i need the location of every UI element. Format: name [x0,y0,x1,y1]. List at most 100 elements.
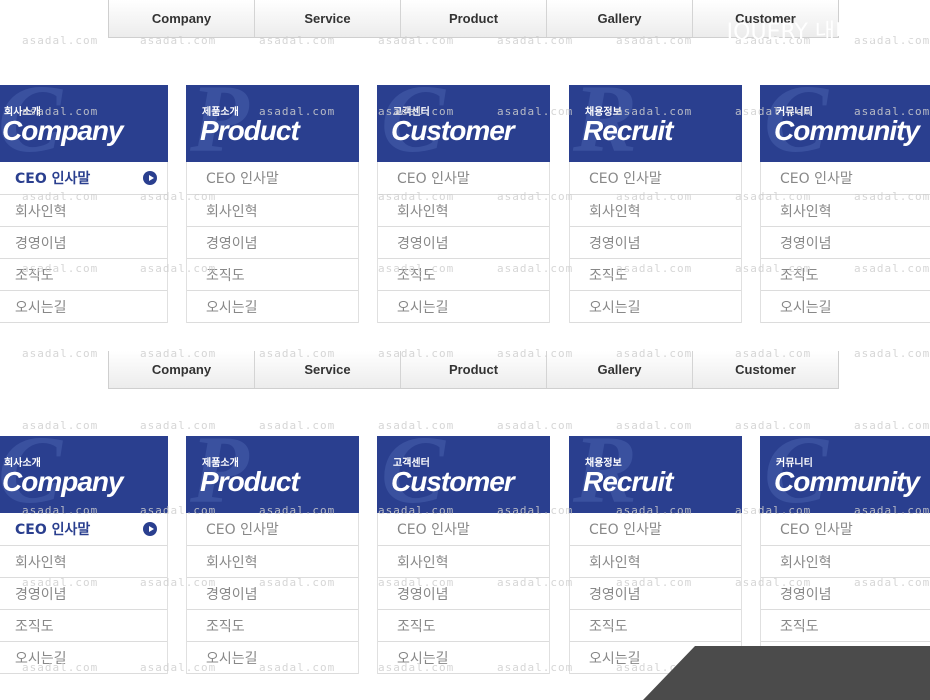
panel-header[interactable]: C 고객센터 Customer [377,85,550,162]
menu-item-ceo-greeting[interactable]: CEO 인사말 [570,513,741,546]
menu-item-management-philosophy[interactable]: 경영이념 [0,227,167,259]
tab-product[interactable]: Product [401,351,547,388]
panel-community: C 커뮤니티 Community CEO 인사말 회사인혁 경영이념 조직도 오… [760,436,930,674]
menu-item-directions[interactable]: 오시는길 [0,642,167,674]
menu-item-ceo-greeting[interactable]: CEO 인사말 [378,162,549,195]
panel-english-title: Product [200,466,300,497]
menu-item-label: 회사인혁 [206,554,258,571]
menu-item-ceo-greeting[interactable]: CEO 인사말 [570,162,741,195]
menu-item-organization[interactable]: 조직도 [0,610,167,642]
panel-english-title: Product [200,115,300,146]
menu-item-company-history[interactable]: 회사인혁 [570,546,741,578]
menu-item-label: 경영이념 [589,235,641,252]
menu-item-label: 오시는길 [206,299,258,316]
menu-item-management-philosophy[interactable]: 경영이념 [570,578,741,610]
menu-item-label: 조직도 [397,618,436,635]
menu-item-organization[interactable]: 조직도 [378,610,549,642]
panel-header[interactable]: R 채용정보 Recruit [569,436,742,513]
watermark-text: asadal.com [854,347,930,360]
panel-menu-list: CEO 인사말 회사인혁 경영이념 조직도 오시는길 [0,513,168,674]
menu-item-directions[interactable]: 오시는길 [187,291,358,323]
tab-company[interactable]: Company [109,0,255,37]
menu-item-management-philosophy[interactable]: 경영이념 [570,227,741,259]
panel-menu-list: CEO 인사말 회사인혁 경영이념 조직도 오시는길 [186,162,359,323]
menu-item-company-history[interactable]: 회사인혁 [378,546,549,578]
menu-item-management-philosophy[interactable]: 경영이념 [187,578,358,610]
menu-item-organization[interactable]: 조직도 [761,610,930,642]
menu-item-directions[interactable]: 오시는길 [570,291,741,323]
tab-service[interactable]: Service [255,0,401,37]
menu-item-directions[interactable]: 오시는길 [378,291,549,323]
menu-item-ceo-greeting[interactable]: CEO 인사말 [0,162,167,195]
menu-item-ceo-greeting[interactable]: CEO 인사말 [0,513,167,546]
menu-item-label: 회사인혁 [206,203,258,220]
banner-title: JQUERY 내비게이션 [726,20,916,45]
panel-product: P 제품소개 Product CEO 인사말 회사인혁 경영이념 조직도 오시는… [186,85,359,323]
menu-item-label: 경영이념 [206,235,258,252]
panel-header[interactable]: P 제품소개 Product [186,436,359,513]
menu-item-organization[interactable]: 조직도 [187,610,358,642]
tab-gallery[interactable]: Gallery [547,351,693,388]
panel-recruit: R 채용정보 Recruit CEO 인사말 회사인혁 경영이념 조직도 오시는… [569,85,742,323]
menu-item-company-history[interactable]: 회사인혁 [187,195,358,227]
watermark-text: asadal.com [22,34,99,47]
menu-item-management-philosophy[interactable]: 경영이념 [761,578,930,610]
menu-item-management-philosophy[interactable]: 경영이념 [378,578,549,610]
menu-item-organization[interactable]: 조직도 [570,610,741,642]
menu-item-directions[interactable]: 오시는길 [761,291,930,323]
menu-item-organization[interactable]: 조직도 [0,259,167,291]
menu-item-label: CEO 인사말 [15,171,91,187]
watermark-text: asadal.com [616,419,693,432]
panel-header[interactable]: P 제품소개 Product [186,85,359,162]
tab-customer[interactable]: Customer [693,351,838,388]
panel-menu-list: CEO 인사말 회사인혁 경영이념 조직도 오시는길 [377,513,550,674]
tab-gallery[interactable]: Gallery [547,0,693,37]
menu-item-ceo-greeting[interactable]: CEO 인사말 [187,513,358,546]
tab-company[interactable]: Company [109,351,255,388]
panel-header[interactable]: C 회사소개 Company [0,85,168,162]
panel-customer: C 고객센터 Customer CEO 인사말 회사인혁 경영이념 조직도 오시… [377,436,550,674]
menu-item-organization[interactable]: 조직도 [761,259,930,291]
menu-item-company-history[interactable]: 회사인혁 [0,546,167,578]
menu-item-directions[interactable]: 오시는길 [378,642,549,674]
menu-item-company-history[interactable]: 회사인혁 [570,195,741,227]
panel-menu-list: CEO 인사말 회사인혁 경영이념 조직도 오시는길 [760,162,930,323]
panel-header[interactable]: R 채용정보 Recruit [569,85,742,162]
panel-header[interactable]: C 커뮤니티 Community [760,85,930,162]
menu-item-company-history[interactable]: 회사인혁 [378,195,549,227]
menu-item-management-philosophy[interactable]: 경영이념 [378,227,549,259]
menu-item-ceo-greeting[interactable]: CEO 인사말 [187,162,358,195]
menu-item-management-philosophy[interactable]: 경영이념 [761,227,930,259]
tab-product[interactable]: Product [401,0,547,37]
panel-header[interactable]: C 커뮤니티 Community [760,436,930,513]
menu-item-organization[interactable]: 조직도 [378,259,549,291]
panel-company: C 회사소개 Company CEO 인사말 회사인혁 경영이념 조직도 오시는… [0,85,168,323]
menu-item-label: CEO 인사말 [397,171,470,187]
menu-item-management-philosophy[interactable]: 경영이념 [0,578,167,610]
menu-item-label: 조직도 [15,267,54,284]
menu-item-company-history[interactable]: 회사인혁 [0,195,167,227]
tab-service[interactable]: Service [255,351,401,388]
panel-header[interactable]: C 회사소개 Company [0,436,168,513]
menu-item-label: 경영이념 [589,586,641,603]
menu-item-ceo-greeting[interactable]: CEO 인사말 [378,513,549,546]
menu-item-company-history[interactable]: 회사인혁 [187,546,358,578]
menu-item-company-history[interactable]: 회사인혁 [761,546,930,578]
menu-item-ceo-greeting[interactable]: CEO 인사말 [761,162,930,195]
watermark-text: asadal.com [854,419,930,432]
menu-item-management-philosophy[interactable]: 경영이념 [187,227,358,259]
menu-item-company-history[interactable]: 회사인혁 [761,195,930,227]
menu-item-label: 오시는길 [589,650,641,667]
menu-item-directions[interactable]: 오시는길 [0,291,167,323]
menu-item-ceo-greeting[interactable]: CEO 인사말 [761,513,930,546]
watermark-text: asadal.com [140,419,217,432]
panel-english-title: Customer [391,466,515,497]
menu-item-label: CEO 인사말 [780,522,853,538]
menu-item-organization[interactable]: 조직도 [187,259,358,291]
watermark-text: asadal.com [378,419,455,432]
menu-item-organization[interactable]: 조직도 [570,259,741,291]
panel-header[interactable]: C 고객센터 Customer [377,436,550,513]
menu-item-label: 경영이념 [206,586,258,603]
menu-item-directions[interactable]: 오시는길 [187,642,358,674]
panel-english-title: Recruit [583,466,673,497]
